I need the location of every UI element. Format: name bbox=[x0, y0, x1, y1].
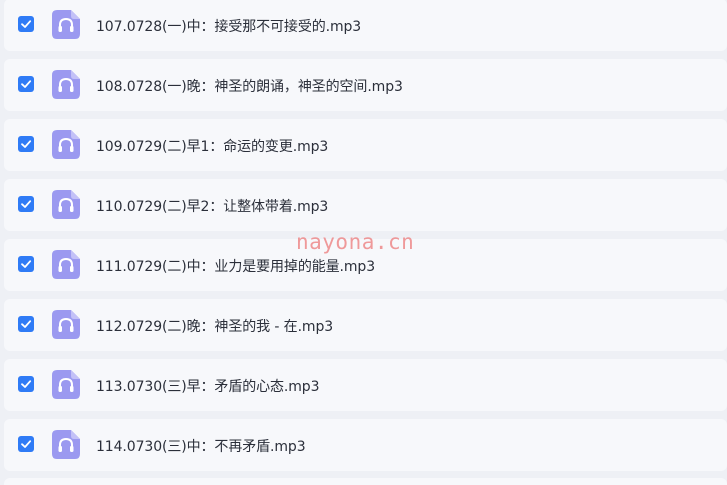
headphones-icon bbox=[52, 370, 80, 399]
file-row[interactable]: 113.0730(三)早：矛盾的心态.mp3 bbox=[4, 359, 727, 411]
row-checkbox[interactable] bbox=[18, 76, 34, 92]
row-checkbox[interactable] bbox=[18, 256, 34, 272]
headphones-icon bbox=[52, 130, 80, 159]
row-checkbox[interactable] bbox=[18, 16, 34, 32]
checkmark-icon bbox=[21, 380, 32, 388]
headphones-icon bbox=[52, 250, 80, 279]
file-row[interactable]: 109.0729(二)早1：命运的变更.mp3 bbox=[4, 119, 727, 171]
file-name[interactable]: 113.0730(三)早：矛盾的心态.mp3 bbox=[96, 376, 320, 396]
file-list: 107.0728(一)中：接受那不可接受的.mp3 108.0728(一)晚：神… bbox=[0, 0, 727, 485]
checkmark-icon bbox=[21, 320, 32, 328]
file-row[interactable]: 110.0729(二)早2：让整体带着.mp3 bbox=[4, 179, 727, 231]
file-name[interactable]: 112.0729(二)晚：神圣的我 - 在.mp3 bbox=[96, 316, 333, 336]
file-name[interactable]: 114.0730(三)中：不再矛盾.mp3 bbox=[96, 436, 306, 456]
headphones-icon bbox=[52, 310, 80, 339]
file-row[interactable]: 114.0730(三)中：不再矛盾.mp3 bbox=[4, 419, 727, 471]
file-row[interactable]: 112.0729(二)晚：神圣的我 - 在.mp3 bbox=[4, 299, 727, 351]
file-name[interactable]: 109.0729(二)早1：命运的变更.mp3 bbox=[96, 136, 328, 156]
checkmark-icon bbox=[21, 80, 32, 88]
headphones-icon bbox=[52, 10, 80, 39]
row-checkbox[interactable] bbox=[18, 316, 34, 332]
checkmark-icon bbox=[21, 260, 32, 268]
headphones-icon bbox=[52, 430, 80, 459]
row-checkbox[interactable] bbox=[18, 196, 34, 212]
file-row[interactable]: 108.0728(一)晚：神圣的朗诵，神圣的空间.mp3 bbox=[4, 59, 727, 111]
row-checkbox[interactable] bbox=[18, 436, 34, 452]
headphones-icon bbox=[52, 190, 80, 219]
headphones-icon bbox=[52, 70, 80, 99]
checkmark-icon bbox=[21, 20, 32, 28]
checkmark-icon bbox=[21, 140, 32, 148]
file-row[interactable]: 107.0728(一)中：接受那不可接受的.mp3 bbox=[4, 0, 727, 51]
file-name[interactable]: 107.0728(一)中：接受那不可接受的.mp3 bbox=[96, 16, 361, 36]
row-checkbox[interactable] bbox=[18, 136, 34, 152]
row-checkbox[interactable] bbox=[18, 376, 34, 392]
watermark: nayona.cn bbox=[296, 230, 415, 254]
file-name[interactable]: 108.0728(一)晚：神圣的朗诵，神圣的空间.mp3 bbox=[96, 76, 403, 96]
file-name[interactable]: 111.0729(二)中：业力是要用掉的能量.mp3 bbox=[96, 256, 375, 276]
checkmark-icon bbox=[21, 200, 32, 208]
file-name[interactable]: 110.0729(二)早2：让整体带着.mp3 bbox=[96, 196, 328, 216]
file-row-partial[interactable] bbox=[4, 478, 727, 485]
checkmark-icon bbox=[21, 440, 32, 448]
